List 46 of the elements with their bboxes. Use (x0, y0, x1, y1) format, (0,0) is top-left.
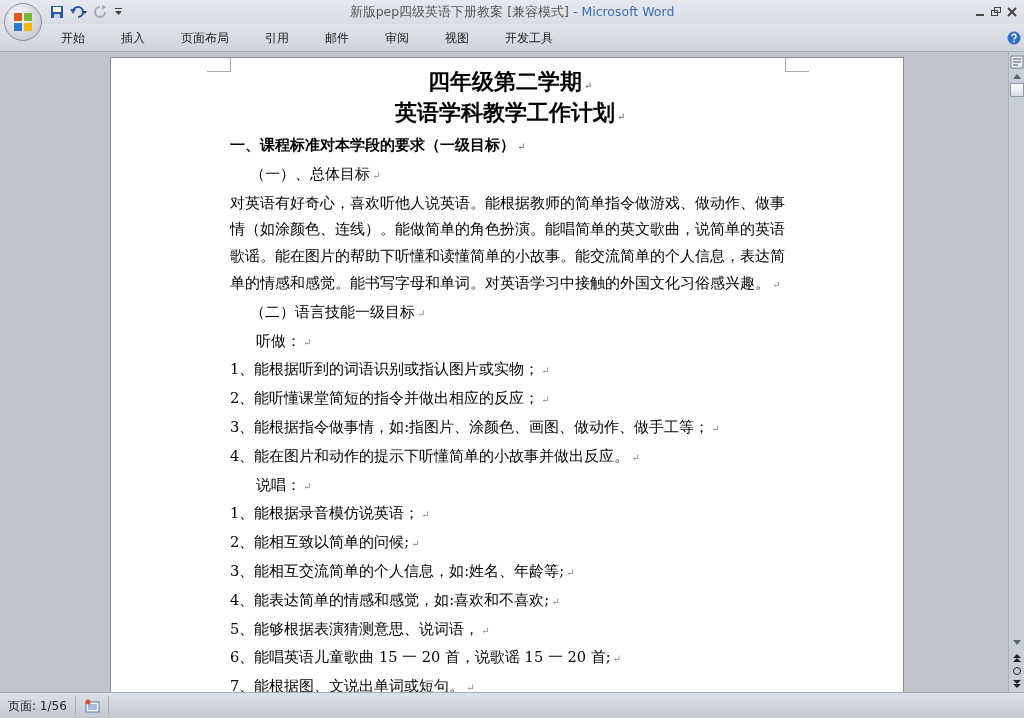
restore-icon[interactable] (990, 6, 1002, 18)
browse-object-icon[interactable] (1011, 666, 1022, 676)
paragraph: 6、能唱英语儿童歌曲 15 一 20 首，说歌谣 15 一 20 首;↵ (230, 648, 621, 666)
subheading: （一）、总体目标↵ (250, 164, 381, 182)
next-page-icon[interactable] (1011, 679, 1022, 689)
paragraph: 5、能够根据表演猜测意思、说词语，↵ (230, 619, 490, 637)
macro-record-icon[interactable] (83, 698, 100, 713)
paragraph: 对英语有好奇心，喜欢听他人说英语。能根据教师的简单指令做游戏、做动作、做事情（如涂颜色、连线）。能做简单的角色扮演。能唱简单的英文歌曲，说简单的英语歌谣。能在图片的帮助下听懂和读懂简单的小故事。能交流简单的个人信息，表达简单的情感和感觉。能书写字母和单词。对英语学习中接触的外国文化习俗感兴趣。↵ (230, 193, 785, 291)
undo-icon[interactable] (70, 5, 88, 19)
subheading: 听做：↵ (256, 331, 312, 349)
office-button[interactable] (4, 3, 42, 41)
scroll-thumb[interactable] (1009, 83, 1024, 97)
subheading: （二）语言技能一级目标↵ (250, 302, 426, 320)
save-icon[interactable] (50, 5, 64, 19)
paragraph: 4、能表达简单的情感和感觉，如:喜欢和不喜欢;↵ (230, 590, 560, 608)
document-title: 英语学科教学工作计划↵ (394, 99, 626, 125)
paragraph: 2、能听懂课堂简短的指令并做出相应的反应；↵ (230, 389, 550, 407)
paragraph: 1、能根据录音模仿说英语；↵ (230, 504, 430, 522)
ribbon-tab[interactable]: 页面布局 (168, 25, 242, 50)
customize-toolbar-icon[interactable] (114, 7, 123, 17)
scroll-down-icon[interactable] (1011, 639, 1022, 647)
document-title: 四年级第二学期↵ (427, 68, 593, 94)
paragraph: 3、能根据指令做事情，如:指图片、涂颜色、画图、做动作、做手工等；↵ (230, 417, 720, 435)
scroll-up-icon[interactable] (1011, 72, 1022, 80)
close-icon[interactable] (1006, 6, 1018, 18)
paragraph: 3、能相互交流简单的个人信息，如:姓名、年龄等;↵ (230, 561, 575, 579)
ribbon-tab[interactable]: 开始 (48, 25, 98, 50)
ribbon-tab[interactable]: 引用 (252, 25, 302, 50)
previous-page-icon[interactable] (1011, 653, 1022, 663)
ribbon-tab[interactable]: 审阅 (372, 25, 422, 50)
ribbon-tab[interactable]: 开发工具 (492, 25, 566, 50)
ribbon-tab[interactable]: 插入 (108, 25, 158, 50)
ribbon-tab[interactable]: 邮件 (312, 25, 362, 50)
paragraph: 4、能在图片和动作的提示下听懂简单的小故事并做出反应。↵ (230, 446, 640, 464)
window-title: 新版pep四级英语下册教案 [兼容模式] - Microsoft Word (349, 3, 675, 19)
subheading: 说唱：↵ (256, 475, 312, 493)
crop-mark (207, 58, 231, 72)
crop-mark (785, 58, 809, 72)
paragraph: 1、能根据听到的词语识别或指认图片或实物；↵ (230, 360, 550, 378)
paragraph: 2、能相互致以简单的问候;↵ (230, 533, 420, 551)
section-heading: 一、课程标准对本学段的要求（一级目标）↵ (230, 136, 526, 153)
page-counter[interactable]: 页面: 1/56 (8, 696, 67, 715)
ruler-toggle-icon[interactable] (1009, 55, 1024, 69)
office-logo-icon (12, 11, 34, 33)
ribbon-tab[interactable]: 视图 (432, 25, 482, 50)
help-icon[interactable] (1007, 30, 1021, 45)
